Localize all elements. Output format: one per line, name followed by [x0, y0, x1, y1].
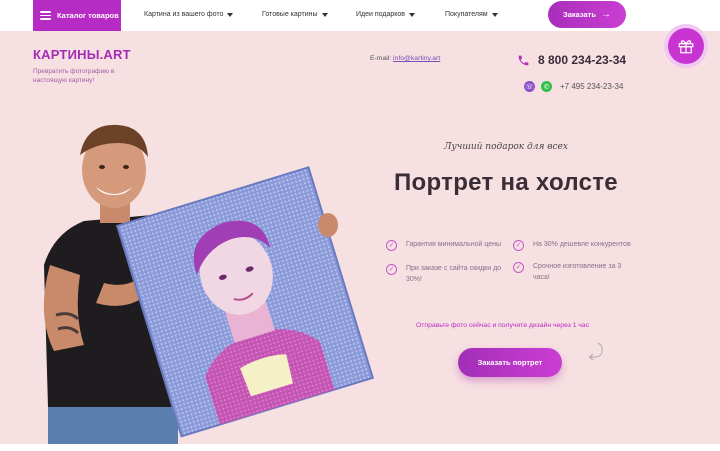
feature-text: На 30% дешевле конкурентов	[533, 241, 631, 248]
chevron-down-icon	[409, 12, 416, 17]
viber-icon: ☏	[524, 81, 535, 92]
gift-icon	[668, 28, 704, 64]
top-navbar: Каталог товаров Картина из вашего фото Г…	[0, 0, 720, 31]
feature-item: ✓ Срочное изготовление за 3 часа!	[513, 261, 633, 283]
nav-item-photo-painting[interactable]: Картина из вашего фото	[144, 11, 234, 18]
cta-text: Отправьте фото сейчас и получите дизайн …	[416, 322, 590, 329]
check-icon: ✓	[513, 240, 524, 251]
email-prefix: E-mail:	[370, 55, 394, 62]
phone-secondary-number: +7 495 234-23-34	[560, 82, 624, 91]
chevron-down-icon	[227, 12, 234, 17]
nav-item-gift-ideas[interactable]: Идеи подарков	[356, 11, 416, 18]
hero-photo	[43, 124, 375, 444]
phone-main-number: 8 800 234-23-34	[538, 53, 627, 67]
person-jeans	[48, 401, 178, 444]
nav-item-label: Картина из вашего фото	[144, 11, 224, 18]
phone-icon	[518, 55, 529, 65]
feature-item: ✓ Гарантия минимальной цены	[386, 239, 506, 251]
nav-item-customers[interactable]: Покупателям	[445, 11, 498, 18]
chevron-down-icon	[321, 12, 328, 17]
nav-item-label: Готовые картины	[262, 11, 318, 18]
order-portrait-button[interactable]: Заказать портрет	[458, 348, 562, 377]
email-contact: E-mail: info@kartiny.art	[370, 55, 440, 62]
phone-main[interactable]: 8 800 234-23-34	[517, 53, 626, 67]
gift-button[interactable]	[664, 24, 708, 68]
feature-item: ✓ На 30% дешевле конкурентов	[513, 239, 633, 251]
feature-text: Гарантия минимальной цены	[406, 241, 502, 248]
feature-text: Срочное изготовление за 3 часа!	[533, 263, 622, 281]
hero-title: Портрет на холсте	[394, 169, 618, 196]
order-label: Заказать	[563, 10, 596, 19]
catalog-label: Каталог товаров	[57, 11, 119, 20]
catalog-button[interactable]: Каталог товаров	[33, 0, 121, 31]
chevron-down-icon	[491, 12, 498, 17]
feature-text: При заказе с сайта скидки до 30%!	[406, 265, 502, 283]
arrow-right-icon: →	[600, 9, 611, 20]
phone-secondary[interactable]: ☏ ✆ +7 495 234-23-34	[524, 81, 623, 92]
hero-subtitle: Лучший подарок для всех	[444, 142, 568, 152]
nav-item-label: Идеи подарков	[356, 11, 406, 18]
email-link[interactable]: info@kartiny.art	[393, 55, 440, 62]
site-logo[interactable]: КАРТИНЫ.ART	[33, 47, 131, 62]
check-icon: ✓	[513, 262, 524, 273]
whatsapp-icon: ✆	[541, 81, 552, 92]
page-bottom-strip	[0, 444, 720, 451]
nav-item-label: Покупателям	[445, 11, 488, 18]
feature-item: ✓ При заказе с сайта скидки до 30%!	[386, 263, 506, 285]
curved-arrow-icon	[588, 342, 603, 361]
hero-section: КАРТИНЫ.ART Превратить фотографию в наст…	[0, 31, 720, 444]
site-tagline: Превратить фотографию в настоящую картин…	[33, 68, 115, 84]
order-button[interactable]: Заказать →	[548, 1, 626, 28]
nav-item-ready-paintings[interactable]: Готовые картины	[262, 11, 328, 18]
menu-icon	[40, 11, 51, 20]
